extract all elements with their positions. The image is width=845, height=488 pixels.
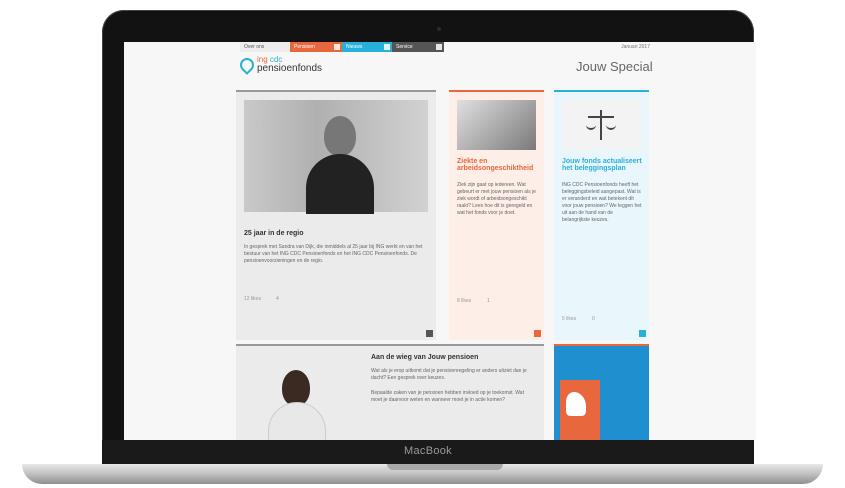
- top-navigation: Over ons Pensioen Nieuws Service: [240, 42, 444, 52]
- nav-label: Over ons: [244, 44, 265, 50]
- nav-label: Service: [396, 44, 413, 50]
- card-corner-icon: [534, 330, 541, 337]
- article-photo: [457, 100, 536, 150]
- article-title: Aan de wieg van Jouw pensioen: [371, 354, 479, 361]
- card-corner-icon: [426, 330, 433, 337]
- article-text: Wat als je erop uitkomt dat je pensioenr…: [371, 368, 527, 381]
- portrait-body: [306, 154, 374, 214]
- laptop-chin: MacBook: [102, 440, 754, 464]
- laptop-mockup: Over ons Pensioen Nieuws Service Januari…: [0, 0, 845, 488]
- article-text: ING CDC Pensioenfonds heeft het beleggin…: [562, 182, 642, 223]
- comment-count: 4: [276, 296, 279, 302]
- portrait-head: [282, 370, 310, 406]
- nav-pensioen[interactable]: Pensioen: [290, 42, 342, 52]
- article-title: Jouw fonds actualiseert het beleggingspl…: [562, 158, 642, 172]
- article-card-beleggingsplan[interactable]: Jouw fonds actualiseert het beleggingspl…: [554, 90, 649, 340]
- comment-count: 0: [592, 316, 595, 322]
- like-count: 5 likes: [562, 316, 577, 322]
- laptop-screen: Over ons Pensioen Nieuws Service Januari…: [124, 42, 756, 440]
- article-photo: [562, 100, 641, 150]
- site-logo[interactable]: ing cdc pensioenfonds: [237, 55, 323, 75]
- logo-line2: pensioenfonds: [257, 63, 323, 74]
- like-count: 12 likes: [244, 296, 261, 302]
- portrait-figure: [304, 110, 374, 214]
- comment-count: 1: [487, 298, 490, 304]
- nav-icon: [436, 44, 442, 50]
- nav-service[interactable]: Service: [392, 42, 444, 52]
- nav-label: Nieuws: [346, 44, 363, 50]
- article-title: 25 jaar in de regio: [244, 230, 304, 237]
- page-title: Jouw Special: [576, 59, 653, 74]
- article-text: Bepaalde zaken van je pensioen hebben in…: [371, 390, 524, 403]
- article-photo: [244, 100, 428, 214]
- laptop-notch: [387, 464, 503, 470]
- image-tile[interactable]: [554, 344, 649, 440]
- issue-date: Januari 2017: [621, 44, 650, 50]
- nav-icon: [334, 44, 340, 50]
- device-label: MacBook: [404, 445, 452, 457]
- portrait-figure: [266, 366, 326, 440]
- card-corner-icon: [639, 330, 646, 337]
- article-card-pensioen[interactable]: Aan de wieg van Jouw pensioen Wat als je…: [236, 344, 544, 440]
- portrait-head: [324, 116, 356, 156]
- nav-label: Pensioen: [294, 44, 315, 50]
- article-title: Ziekte en arbeidsongeschiktheid: [457, 158, 534, 172]
- portrait-body: [268, 402, 326, 440]
- webcam: [437, 27, 441, 31]
- article-text: In gesprek met Sandra van Dijk, die inmi…: [244, 244, 423, 264]
- nav-over-ons[interactable]: Over ons: [240, 42, 290, 52]
- article-card-main[interactable]: 25 jaar in de regio In gesprek met Sandr…: [236, 90, 436, 340]
- logo-icon: [237, 55, 257, 75]
- scales-icon: [586, 108, 616, 142]
- nav-nieuws[interactable]: Nieuws: [342, 42, 392, 52]
- nav-icon: [384, 44, 390, 50]
- like-count: 8 likes: [457, 298, 472, 304]
- article-text: Ziek zijn gaat op iedereen. Wat gebeurt …: [457, 182, 536, 216]
- laptop-base: [22, 464, 823, 484]
- article-card-ziekte[interactable]: Ziekte en arbeidsongeschiktheid Ziek zij…: [449, 90, 544, 340]
